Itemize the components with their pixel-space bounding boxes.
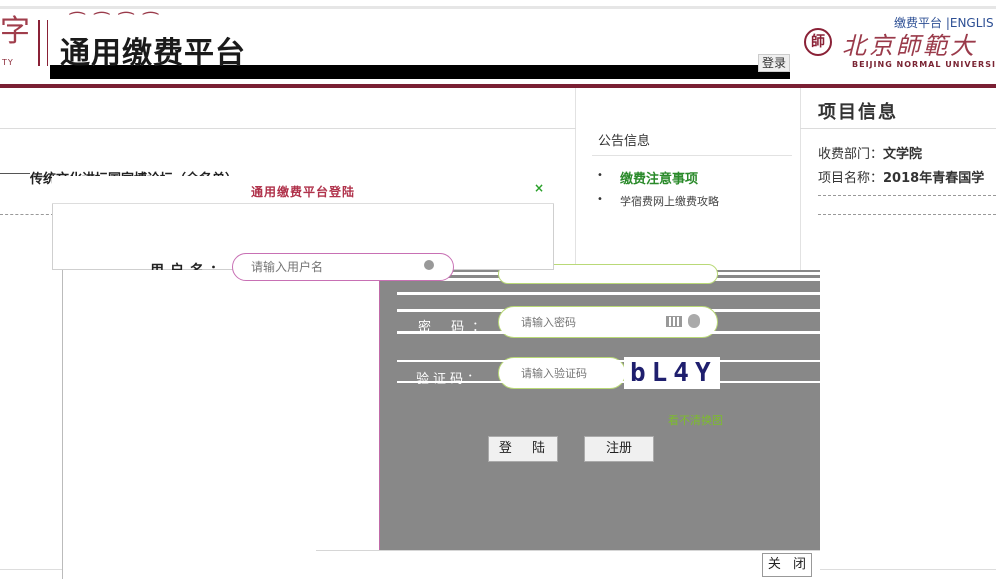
modal-overlay-edge <box>380 280 397 550</box>
captcha-text: bL4Y <box>630 358 717 388</box>
login-modal-title: 通用缴费平台登陆 <box>250 185 355 199</box>
proj-label: 项目名称： <box>818 171 884 186</box>
refresh-captcha-link[interactable]: 看不清换图 <box>668 412 723 428</box>
project-dept: 收费部门：文学院 <box>818 143 922 162</box>
dashed-divider <box>0 214 54 215</box>
render-artifact <box>397 360 820 362</box>
username-input[interactable] <box>233 254 423 274</box>
password-input[interactable] <box>499 307 649 329</box>
project-info-divider <box>800 128 996 129</box>
modal-body-left <box>62 270 380 579</box>
render-artifact <box>397 331 820 334</box>
university-logo: 師 北京師範大 BEIJING NORMAL UNIVERSI <box>796 24 996 76</box>
bullet-icon: • <box>597 170 603 181</box>
modal-footer <box>316 550 820 579</box>
captcha-label: 验证码： <box>416 372 485 387</box>
bullet-icon: • <box>597 194 603 205</box>
register-button[interactable]: 注册 <box>584 436 654 462</box>
dashed-divider <box>818 195 996 196</box>
seal-text: TY <box>2 58 14 67</box>
article-dash <box>0 173 30 174</box>
university-emblem-icon: 師 <box>804 28 832 56</box>
username-label: 用户名： <box>150 260 230 270</box>
keyboard-icon[interactable] <box>666 316 682 327</box>
render-artifact <box>397 292 820 295</box>
header-stripe <box>0 6 996 9</box>
proj-value: 2018年青春国学 <box>883 171 985 186</box>
notice-divider <box>592 155 792 156</box>
dept-label: 收费部门： <box>818 147 884 162</box>
top-links[interactable]: 缴费平台 |ENGLIS <box>894 14 994 31</box>
close-icon[interactable]: × <box>534 181 544 195</box>
lock-icon <box>688 314 700 328</box>
dept-value: 文学院 <box>883 147 923 162</box>
notice-item[interactable]: 缴费注意事项 <box>620 168 698 187</box>
close-button[interactable]: 关 闭 <box>762 553 812 577</box>
main-panel-divider <box>0 128 576 129</box>
username-field[interactable] <box>232 253 454 281</box>
university-name-calligraphy: 北京師範大 <box>842 32 977 60</box>
render-artifact <box>397 381 820 383</box>
dashed-divider <box>818 214 996 215</box>
login-button[interactable]: 登 陆 <box>488 436 558 462</box>
site-title: 通用缴费平台 <box>60 36 246 71</box>
title-accent-bar <box>38 20 48 66</box>
notice-title: 公告信息 <box>598 134 651 149</box>
university-name-en: BEIJING NORMAL UNIVERSI <box>852 60 996 69</box>
login-link[interactable]: 登录 <box>758 54 790 72</box>
project-name: 项目名称：2018年青春国学 <box>818 167 984 186</box>
modal-edge <box>62 270 63 579</box>
project-info-title: 项目信息 <box>818 102 898 123</box>
notice-item[interactable]: 学宿费网上缴费攻略 <box>620 193 719 209</box>
user-icon <box>424 260 434 270</box>
